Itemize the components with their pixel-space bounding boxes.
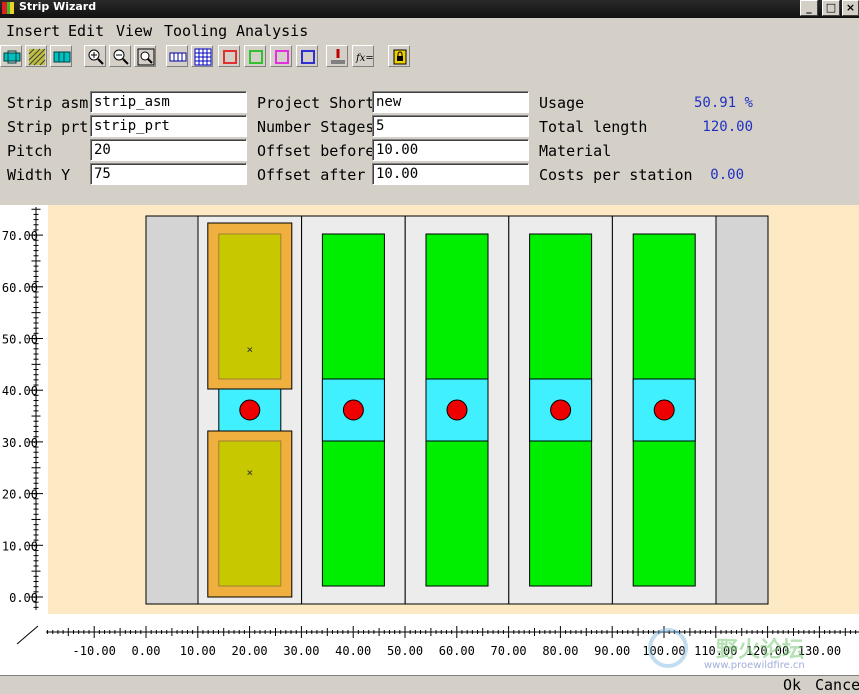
strip-canvas[interactable]: 70.00 60.00 50.00 40.00 30.00 20.00 10.00 0.00 …: [0, 205, 859, 620]
usage-value: 50.91 %: [693, 95, 753, 111]
zoom-out-icon[interactable]: [109, 45, 131, 67]
dialog-button-bar: [0, 675, 859, 694]
offset-after-label: Offset after: [257, 166, 366, 184]
station-4: [508, 215, 613, 605]
strip-asm-label: Strip asm: [7, 94, 89, 112]
minimize-button[interactable]: _: [800, 0, 818, 16]
center-marker: ×: [246, 466, 253, 479]
pilot-hole: [550, 399, 572, 421]
title-bar: Strip Wizard _ □ ×: [0, 0, 859, 18]
number-stages-input[interactable]: 5: [372, 115, 529, 137]
ok-button[interactable]: Ok: [783, 676, 801, 694]
x-tick-label: 70.00: [491, 644, 527, 658]
menu-tooling[interactable]: Tooling: [164, 22, 227, 40]
x-tick-label: -10.00: [73, 644, 116, 658]
station-3: [404, 215, 510, 605]
y-tick-label: 10.00: [2, 539, 38, 553]
costs-per-station-label: Costs per station: [539, 166, 693, 184]
station-5: [611, 215, 717, 605]
x-tick-label: 80.00: [542, 644, 578, 658]
y-tick-label: 50.00: [2, 333, 38, 347]
strip-drawing: 70.0060.0050.0040.0030.0020.0010.000.00 …: [2, 205, 859, 614]
svg-text:fx=: fx=: [355, 53, 373, 64]
function-icon[interactable]: fx=: [352, 45, 374, 67]
y-tick-label: 70.00: [2, 229, 38, 243]
first-part-upper: [218, 233, 282, 380]
strip-prt-input[interactable]: strip_prt: [90, 115, 247, 137]
strip-offset-before: [145, 215, 199, 605]
hatch-icon[interactable]: [25, 45, 47, 67]
offset-before-input[interactable]: 10.00: [372, 139, 529, 161]
strip-grid-icon[interactable]: [50, 45, 72, 67]
offset-before-label: Offset before: [257, 142, 375, 160]
pilot-hole: [653, 399, 675, 421]
strip-layout-icon[interactable]: [0, 45, 22, 67]
menu-view[interactable]: View: [116, 22, 152, 40]
cancel-button[interactable]: Cancel: [815, 676, 859, 694]
grid-icon[interactable]: [191, 45, 213, 67]
x-tick-label: 90.00: [594, 644, 630, 658]
maximize-button[interactable]: □: [822, 0, 840, 16]
zoom-fit-icon[interactable]: [134, 45, 156, 67]
red-square-icon[interactable]: [218, 45, 240, 67]
punch-icon[interactable]: [326, 45, 348, 67]
menu-bar: Insert Edit View Tooling Analysis: [0, 18, 859, 42]
window-title: Strip Wizard: [19, 0, 97, 13]
pilot-hole: [446, 399, 468, 421]
offset-after-input[interactable]: 10.00: [372, 163, 529, 185]
project-short-input[interactable]: new: [372, 91, 529, 113]
width-input[interactable]: 75: [90, 163, 247, 185]
pitch-input[interactable]: 20: [90, 139, 247, 161]
y-tick-label: 20.00: [2, 488, 38, 502]
blue-square-icon[interactable]: [296, 45, 318, 67]
y-tick-label: 0.00: [9, 591, 38, 605]
horizontal-ruler-area: -10.00 0.00 10.00 20.00 30.00 40.00 50.00 60.00…: [0, 620, 859, 675]
lock-icon[interactable]: [388, 45, 410, 67]
x-tick-label: 60.00: [439, 644, 475, 658]
width-label: Width Y: [7, 166, 71, 184]
strip-offset-after: [715, 215, 769, 605]
usage-label: Usage: [539, 94, 585, 112]
watermark-url: www.proewildfire.cn: [704, 660, 805, 671]
toolbar: fx=: [0, 43, 859, 71]
strip-asm-input[interactable]: strip_asm: [90, 91, 247, 113]
stations: ××: [197, 215, 717, 605]
zoom-in-icon[interactable]: [84, 45, 106, 67]
total-length-label: Total length: [539, 118, 648, 136]
center-marker: ×: [246, 343, 253, 356]
x-tick-label: 20.00: [232, 644, 268, 658]
strip-view-icon[interactable]: [166, 45, 188, 67]
vertical-ruler: 70.00 60.00 50.00 40.00 30.00 20.00 10.00 0.00: [2, 207, 43, 610]
y-tick-label: 60.00: [2, 281, 38, 295]
x-tick-label: 40.00: [335, 644, 371, 658]
close-button[interactable]: ×: [842, 0, 859, 16]
ruler-corner-diagonal: [16, 625, 39, 645]
x-tick-label: 30.00: [283, 644, 319, 658]
costs-per-station-value: 0.00: [710, 167, 744, 183]
material-label: Material: [539, 142, 612, 160]
x-tick-label: 10.00: [180, 644, 216, 658]
x-tick-label: 50.00: [387, 644, 423, 658]
strip-prt-label: Strip prt: [7, 118, 89, 136]
menu-analysis[interactable]: Analysis: [236, 22, 308, 40]
menu-insert[interactable]: Insert: [6, 22, 60, 40]
watermark-logo-icon: [648, 628, 688, 668]
pilot-hole: [342, 399, 364, 421]
x-tick-label: 0.00: [132, 644, 161, 658]
number-stages-label: Number Stages: [257, 118, 375, 136]
station-1: ××: [197, 215, 303, 605]
pilot-hole: [239, 399, 261, 421]
total-length-value: 120.00: [702, 119, 753, 135]
green-square-icon[interactable]: [244, 45, 266, 67]
app-logo-icon: [2, 2, 14, 14]
project-short-label: Project Short: [257, 94, 375, 112]
pitch-label: Pitch: [7, 142, 53, 160]
x-tick-label: 130.00: [798, 644, 841, 658]
menu-edit[interactable]: Edit: [68, 22, 104, 40]
magenta-square-icon[interactable]: [270, 45, 292, 67]
y-tick-label: 40.00: [2, 384, 38, 398]
station-2: [301, 215, 406, 605]
first-part-lower: [218, 440, 282, 587]
y-tick-label: 30.00: [2, 436, 38, 450]
